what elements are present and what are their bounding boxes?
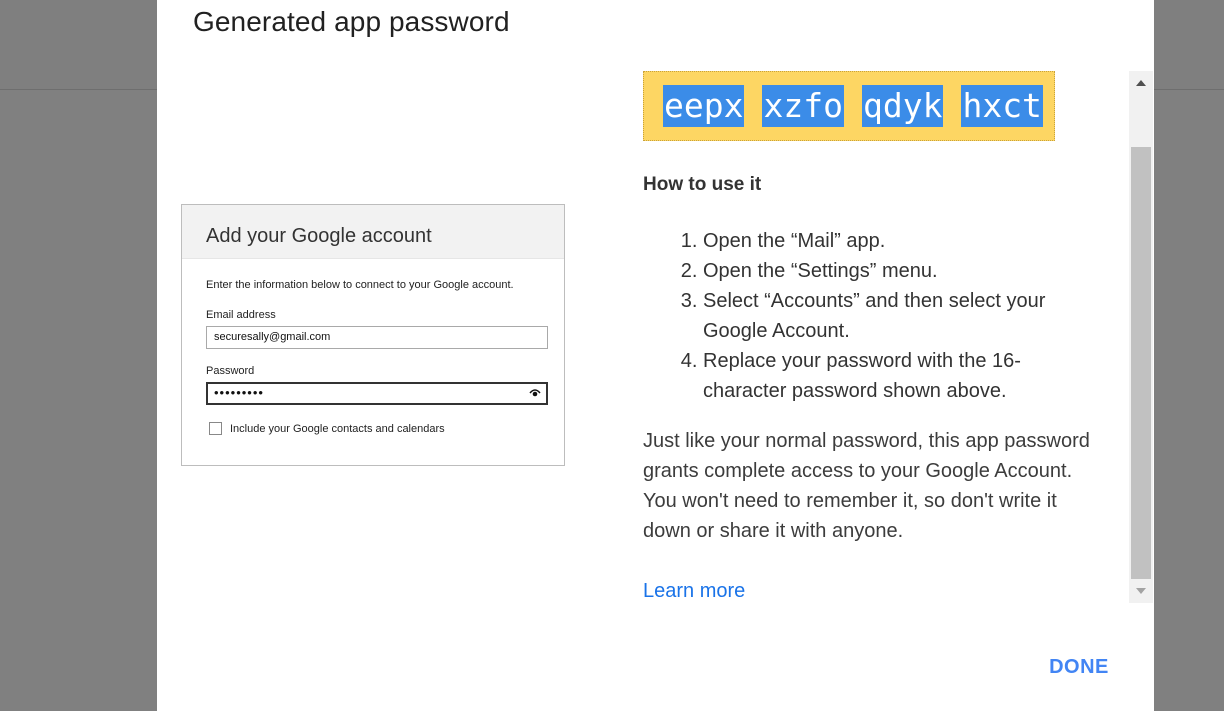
instructions-panel: eepx xzfo qdyk hxct How to use it Open t… [643,71,1103,602]
scrollbar[interactable] [1129,71,1153,603]
password-chunk[interactable]: eepx [663,85,745,127]
security-note: Just like your normal password, this app… [643,430,1090,542]
instruction-step: Open the “Settings” menu. [703,256,1083,286]
done-button[interactable]: DONE [1029,648,1129,686]
dialog-title: Generated app password [193,6,510,37]
scroll-down-arrow-icon[interactable] [1129,579,1153,603]
how-to-use-heading: How to use it [643,174,762,195]
password-chunk[interactable]: hxct [961,85,1043,127]
scrollbar-thumb[interactable] [1131,147,1151,579]
illustration-title: Add your Google account [206,225,432,247]
learn-more-link[interactable]: Learn more [643,576,745,602]
illustration-description: Enter the information below to connect t… [206,279,514,291]
illustration-email-label: Email address [206,309,276,321]
eye-icon [529,389,541,397]
generated-app-password-dialog: Generated app password Add your Google a… [157,0,1154,711]
password-chunk[interactable]: qdyk [861,85,944,127]
illustration-password-value: ••••••••• [214,385,264,400]
password-chunk[interactable]: xzfo [762,85,844,127]
illustration-checkbox-label: Include your Google contacts and calenda… [230,423,445,435]
illustration-header: Add your Google account [182,205,564,259]
instruction-step: Select “Accounts” and then select your G… [703,286,1083,346]
scroll-up-arrow-icon[interactable] [1129,71,1153,95]
add-google-account-illustration: Add your Google account Enter the inform… [181,204,565,466]
instruction-step: Replace your password with the 16-charac… [703,346,1083,406]
instruction-step: Open the “Mail” app. [703,226,1083,256]
instruction-steps: Open the “Mail” app. Open the “Settings”… [643,226,1083,406]
illustration-email-field: securesally@gmail.com [206,326,548,349]
illustration-checkbox [209,422,222,435]
illustration-password-field: ••••••••• [206,382,548,405]
app-password-box[interactable]: eepx xzfo qdyk hxct [643,71,1055,141]
app-password-text[interactable]: eepx xzfo qdyk hxct [663,85,1061,127]
illustration-password-label: Password [206,365,255,377]
